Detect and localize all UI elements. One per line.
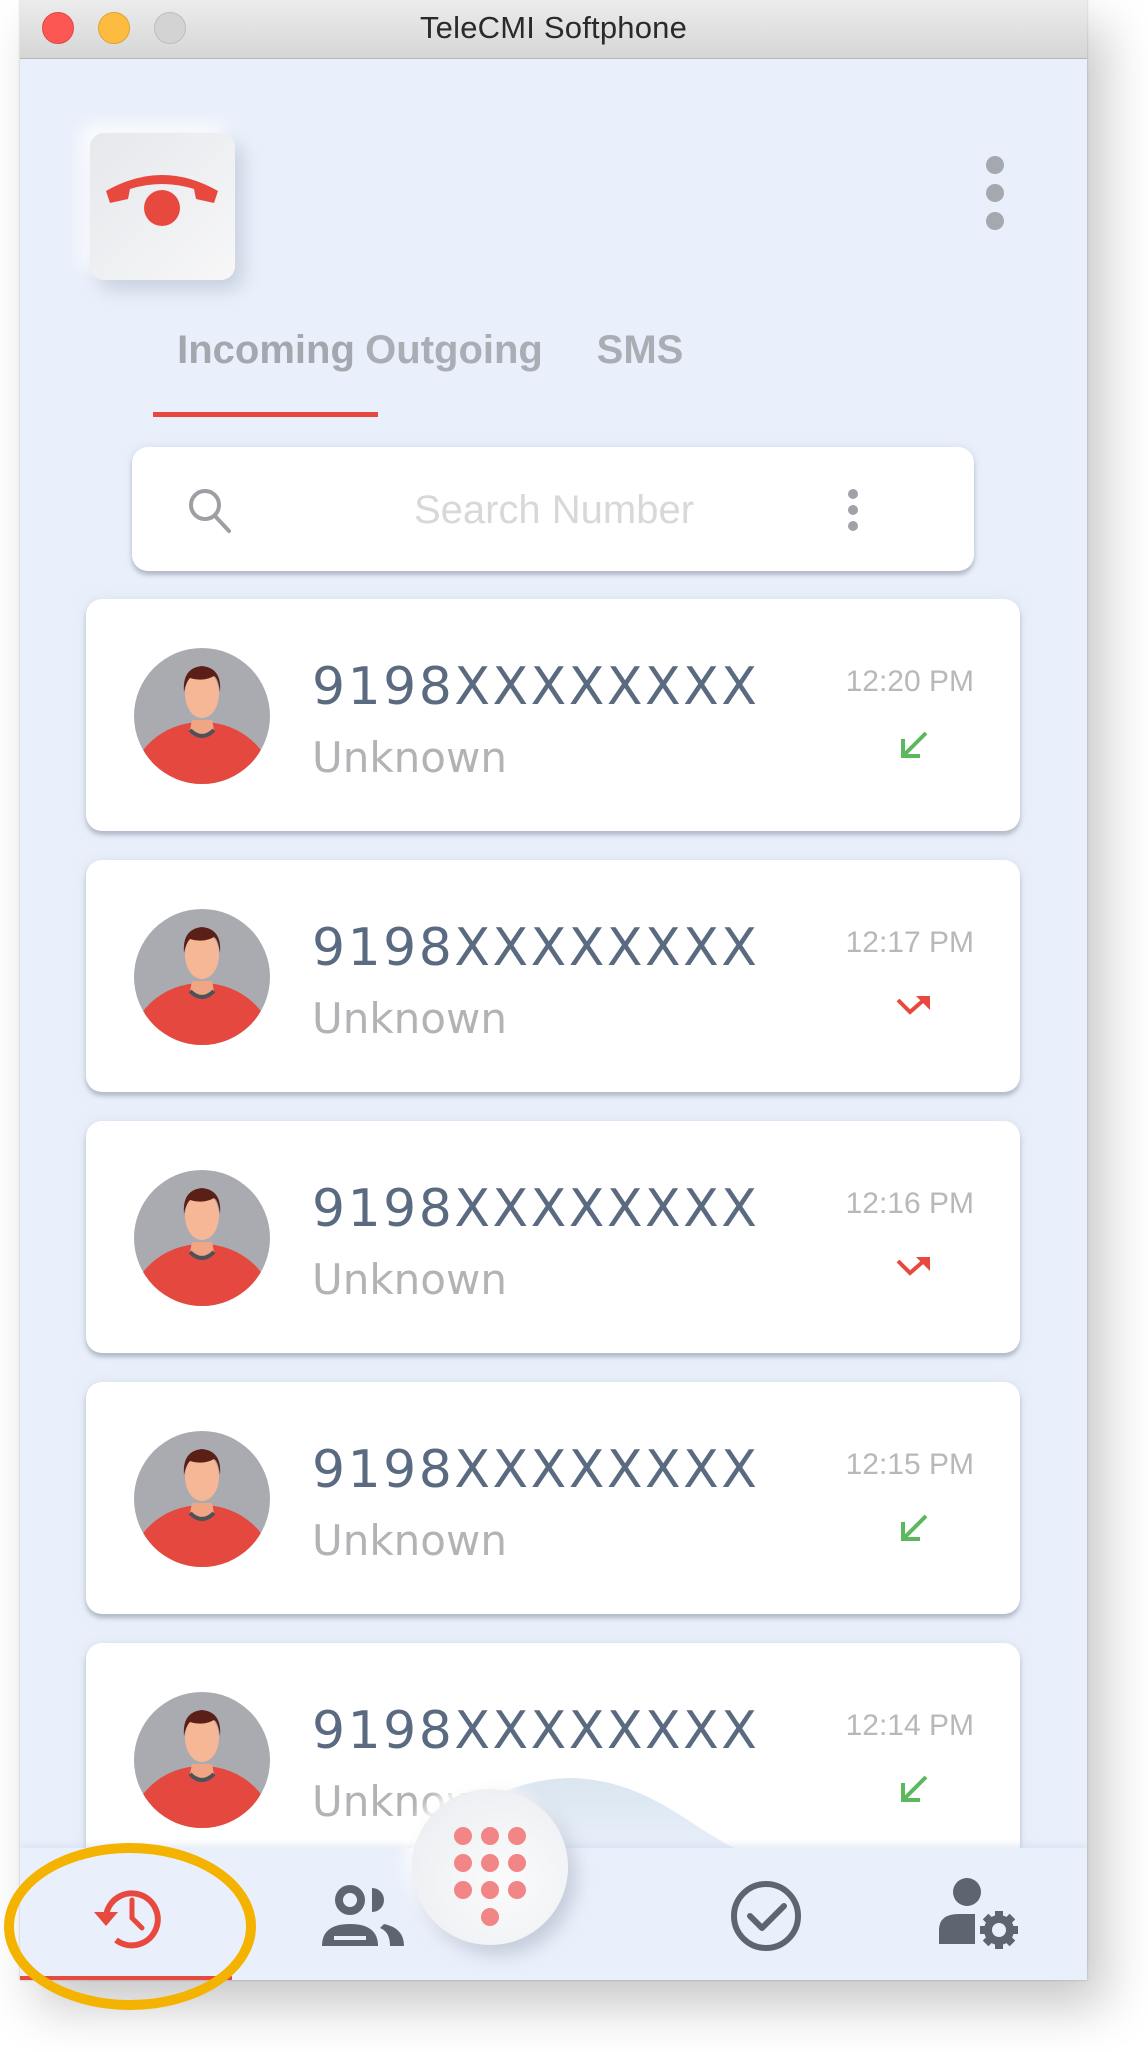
incoming-call-icon bbox=[896, 727, 932, 763]
tab-sms[interactable]: SMS bbox=[540, 328, 740, 373]
search-bar bbox=[132, 447, 974, 571]
call-log-item[interactable]: 9198XXXXXXXX Unknown 12:15 PM bbox=[86, 1382, 1020, 1614]
dialpad-icon-dot bbox=[454, 1854, 472, 1872]
caller-name: Unknown bbox=[312, 994, 507, 1043]
softphone-window: TeleCMI Softphone 9198XXXXXXXX Unknown 1… bbox=[20, 0, 1087, 1980]
dialpad-icon-dot bbox=[481, 1854, 499, 1872]
dialpad-icon bbox=[454, 1827, 472, 1845]
dialpad-icon-dot bbox=[454, 1881, 472, 1899]
more-vertical-icon bbox=[986, 156, 1004, 174]
search-number-input[interactable] bbox=[332, 477, 776, 543]
dialpad-icon-dot bbox=[481, 1908, 499, 1926]
caller-name: Unknown bbox=[312, 1516, 507, 1565]
call-time: 12:15 PM bbox=[846, 1448, 974, 1482]
avatar bbox=[134, 1170, 270, 1306]
more-vertical-icon-dot bbox=[986, 212, 1004, 230]
nav-tasks[interactable] bbox=[660, 1848, 872, 1980]
app-logo bbox=[90, 133, 235, 280]
avatar bbox=[134, 648, 270, 784]
user-settings-icon bbox=[937, 1878, 1023, 1954]
main-menu-button[interactable] bbox=[985, 156, 1005, 234]
dialpad-icon-dot bbox=[508, 1854, 526, 1872]
call-log-item[interactable]: 9198XXXXXXXX Unknown 12:17 PM bbox=[86, 860, 1020, 1092]
caller-number: 9198XXXXXXXX bbox=[312, 657, 759, 717]
caller-name: Unknown bbox=[312, 733, 507, 782]
people-icon bbox=[322, 1884, 404, 1948]
missed-call-icon bbox=[896, 988, 932, 1024]
history-icon bbox=[90, 1878, 168, 1956]
dialpad-icon-dot bbox=[481, 1827, 499, 1845]
more-vertical-icon bbox=[848, 489, 858, 499]
more-vertical-icon-dot bbox=[848, 505, 858, 515]
caller-number: 9198XXXXXXXX bbox=[312, 1701, 759, 1761]
dialpad-icon-dot bbox=[481, 1881, 499, 1899]
active-nav-indicator bbox=[20, 1976, 232, 1980]
call-log-item[interactable]: 9198XXXXXXXX Unknown 12:16 PM bbox=[86, 1121, 1020, 1353]
caller-number: 9198XXXXXXXX bbox=[312, 918, 759, 978]
caller-number: 9198XXXXXXXX bbox=[312, 1179, 759, 1239]
dialpad-icon-dot bbox=[508, 1827, 526, 1845]
call-log-item[interactable]: 9198XXXXXXXX Unknown 12:20 PM bbox=[86, 599, 1020, 831]
search-options-button[interactable] bbox=[847, 489, 859, 531]
avatar bbox=[134, 1692, 270, 1828]
call-time: 12:16 PM bbox=[846, 1187, 974, 1221]
search-icon[interactable] bbox=[187, 487, 233, 535]
more-vertical-icon-dot bbox=[848, 521, 858, 531]
phone-hangup-icon bbox=[90, 133, 235, 280]
active-tab-indicator bbox=[153, 412, 378, 417]
incoming-call-icon bbox=[896, 1510, 932, 1546]
avatar bbox=[134, 1431, 270, 1567]
call-time: 12:17 PM bbox=[846, 926, 974, 960]
dialpad-button[interactable] bbox=[412, 1789, 568, 1945]
incoming-call-icon bbox=[896, 1771, 932, 1807]
call-time: 12:20 PM bbox=[846, 665, 974, 699]
check-circle-icon bbox=[728, 1878, 804, 1954]
dialpad-icon-dot bbox=[508, 1881, 526, 1899]
caller-name: Unknown bbox=[312, 1255, 507, 1304]
avatar bbox=[134, 909, 270, 1045]
caller-number: 9198XXXXXXXX bbox=[312, 1440, 759, 1500]
missed-call-icon bbox=[896, 1249, 932, 1285]
call-type-tabs: Incoming Outgoing SMS bbox=[20, 320, 1087, 420]
call-time: 12:14 PM bbox=[846, 1709, 974, 1743]
nav-account-settings[interactable] bbox=[875, 1848, 1087, 1980]
more-vertical-icon-dot bbox=[986, 184, 1004, 202]
nav-history[interactable] bbox=[20, 1848, 232, 1980]
